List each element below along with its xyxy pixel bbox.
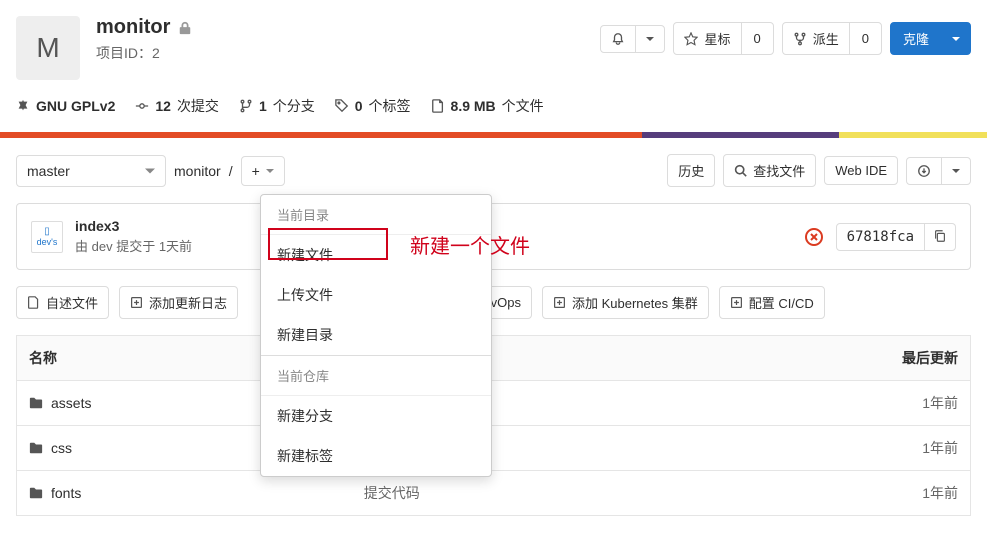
files-stat[interactable]: 8.9 MB个文件 (431, 96, 544, 116)
dropdown-section-current-dir: 当前目录 (261, 195, 491, 235)
file-time: 1年前 (660, 381, 970, 426)
file-name: assets (51, 395, 91, 411)
add-file-button[interactable]: + (241, 156, 285, 186)
menu-new-branch[interactable]: 新建分支 (261, 396, 491, 436)
configure-cicd-button[interactable]: 配置 CI/CD (719, 286, 825, 319)
table-row[interactable]: fonts 提交代码1年前 (17, 471, 971, 516)
breadcrumb-separator: / (229, 163, 233, 179)
tags-stat[interactable]: 0个标签 (335, 96, 411, 116)
file-time: 1年前 (660, 426, 970, 471)
project-avatar: M (16, 16, 80, 80)
folder-icon (29, 396, 43, 410)
project-id: 项目ID：2 (96, 43, 600, 63)
find-file-button[interactable]: 查找文件 (723, 154, 816, 187)
files-table: 名称 最后更新 assets1年前css提交代码1年前fonts提交代码1年前 (16, 335, 971, 516)
branch-selector[interactable]: master (16, 155, 166, 187)
menu-new-dir[interactable]: 新建目录 (261, 315, 491, 355)
history-button[interactable]: 历史 (667, 154, 715, 187)
file-name: fonts (51, 485, 81, 501)
star-count[interactable]: 0 (741, 22, 774, 55)
readme-button[interactable]: 自述文件 (16, 286, 109, 319)
project-name: monitor (96, 16, 170, 39)
star-button[interactable]: 星标 (673, 22, 741, 55)
menu-upload-file[interactable]: 上传文件 (261, 275, 491, 315)
breadcrumb-root[interactable]: monitor (174, 163, 221, 179)
file-name: css (51, 440, 72, 456)
file-commit[interactable]: 提交代码 (352, 471, 660, 516)
download-dropdown[interactable] (941, 157, 971, 185)
commits-stat[interactable]: 12次提交 (135, 96, 219, 116)
table-row[interactable]: assets 1年前 (17, 381, 971, 426)
commit-author-avatar: ▯dev's (31, 221, 63, 253)
notification-button[interactable] (600, 25, 636, 53)
clone-button[interactable]: 克隆 (890, 22, 942, 55)
menu-new-tag[interactable]: 新建标签 (261, 436, 491, 476)
table-row[interactable]: css提交代码1年前 (17, 426, 971, 471)
plus-icon: + (252, 163, 260, 179)
copy-sha-button[interactable] (925, 223, 956, 251)
pipeline-failed-icon[interactable] (804, 227, 824, 247)
col-updated: 最后更新 (660, 336, 970, 381)
fork-count[interactable]: 0 (849, 22, 882, 55)
clone-dropdown[interactable] (941, 22, 971, 55)
notification-dropdown[interactable] (635, 25, 665, 53)
branches-stat[interactable]: 1个分支 (239, 96, 315, 116)
folder-icon (29, 486, 43, 500)
file-time: 1年前 (660, 471, 970, 516)
lock-icon (178, 21, 192, 35)
add-changelog-button[interactable]: 添加更新日志 (119, 286, 238, 319)
web-ide-button[interactable]: Web IDE (824, 156, 898, 185)
folder-icon (29, 441, 43, 455)
download-button[interactable] (906, 157, 942, 185)
dropdown-section-current-repo: 当前仓库 (261, 355, 491, 396)
commit-sha[interactable]: 67818fca (836, 223, 925, 251)
annotation-text: 新建一个文件 (410, 230, 530, 259)
add-kubernetes-button[interactable]: 添加 Kubernetes 集群 (542, 286, 709, 319)
fork-button[interactable]: 派生 (782, 22, 850, 55)
license-stat[interactable]: GNU GPLv2 (16, 96, 115, 116)
